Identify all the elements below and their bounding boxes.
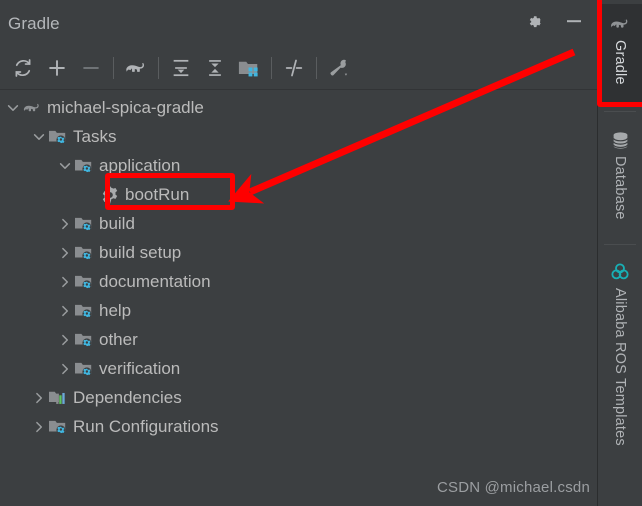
- tree-node-label: documentation: [99, 271, 211, 291]
- chevron-right-icon[interactable]: [56, 325, 74, 354]
- page-title: Gradle: [8, 13, 60, 33]
- chevron-right-icon[interactable]: [56, 267, 74, 296]
- tree-node-label: Dependencies: [73, 387, 182, 407]
- add-button[interactable]: [40, 51, 74, 85]
- gear-icon[interactable]: [528, 12, 547, 36]
- toggle-offline-button[interactable]: [277, 51, 311, 85]
- task-folder-icon: [74, 272, 94, 292]
- tree-node-project[interactable]: michael-spica-gradle: [0, 93, 597, 122]
- refresh-button[interactable]: [6, 51, 40, 85]
- tree-node-label: application: [99, 155, 181, 175]
- strip-tab-label: Gradle: [612, 40, 628, 85]
- remove-button[interactable]: [74, 51, 108, 85]
- chevron-right-icon[interactable]: [56, 296, 74, 325]
- tree-node-other[interactable]: other: [0, 325, 597, 354]
- chevron-down-icon[interactable]: [4, 93, 22, 122]
- chevron-right-icon[interactable]: [56, 354, 74, 383]
- gradle-elephant-icon: [22, 98, 42, 118]
- gradle-project-tree[interactable]: michael-spica-gradle Tasks application boot…: [0, 91, 597, 506]
- gradle-tool-window: Gradle michael-spica-gradle Tasks applic…: [0, 0, 642, 506]
- chevron-right-icon[interactable]: [56, 209, 74, 238]
- tree-node-application[interactable]: application: [0, 151, 597, 180]
- tool-window-titlebar: Gradle: [0, 0, 597, 47]
- watermark-text: CSDN @michael.csdn: [436, 479, 590, 496]
- tree-node-label: other: [99, 329, 138, 349]
- database-icon: [610, 129, 631, 151]
- gear-task-icon: [100, 185, 120, 205]
- tree-node-label: verification: [99, 358, 181, 378]
- tree-node-label: Run Configurations: [73, 416, 219, 436]
- strip-tab-label: Database: [612, 156, 628, 220]
- task-folder-icon: [74, 214, 94, 234]
- chevron-right-icon[interactable]: [30, 412, 48, 441]
- strip-tab-database[interactable]: Database: [598, 120, 642, 236]
- tree-node-verification[interactable]: verification: [0, 354, 597, 383]
- tree-node-label: build setup: [99, 242, 182, 262]
- chevron-down-icon[interactable]: [56, 151, 74, 180]
- tree-node-bootrun[interactable]: bootRun: [0, 180, 597, 209]
- dependencies-icon: [48, 388, 68, 408]
- gradle-elephant-icon: [609, 13, 631, 35]
- strip-divider: [604, 244, 636, 245]
- task-folder-icon: [74, 156, 94, 176]
- strip-tab-label: Alibaba ROS Templates: [612, 288, 628, 446]
- tree-node-label: bootRun: [125, 184, 190, 204]
- strip-divider: [604, 111, 636, 112]
- titlebar-actions: [528, 12, 597, 36]
- chevron-right-icon[interactable]: [56, 238, 74, 267]
- chevron-down-icon[interactable]: [30, 122, 48, 151]
- collapse-all-button[interactable]: [198, 51, 232, 85]
- tree-node-dependencies[interactable]: Dependencies: [0, 383, 597, 412]
- tree-node-documentation[interactable]: documentation: [0, 267, 597, 296]
- task-folder-icon: [74, 330, 94, 350]
- tree-node-label: Tasks: [73, 126, 117, 146]
- gradle-toolbar: [0, 47, 597, 90]
- expand-all-button[interactable]: [164, 51, 198, 85]
- tree-node-run-configurations[interactable]: Run Configurations: [0, 412, 597, 441]
- alibaba-cloud-icon: [609, 261, 631, 283]
- toolbar-separator: [158, 57, 159, 79]
- task-folder-icon: [48, 417, 68, 437]
- settings-button[interactable]: [322, 51, 356, 85]
- tree-node-label: michael-spica-gradle: [47, 97, 204, 117]
- right-tool-strip: Gradle Database Alibaba ROS Templates: [597, 0, 642, 506]
- tree-node-help[interactable]: help: [0, 296, 597, 325]
- folder-grid-icon[interactable]: [232, 51, 266, 85]
- chevron-right-icon[interactable]: [30, 383, 48, 412]
- tree-node-build[interactable]: build: [0, 209, 597, 238]
- minimize-icon[interactable]: [565, 12, 583, 35]
- task-folder-icon: [48, 127, 68, 147]
- tree-node-label: build: [99, 213, 135, 233]
- tree-node-label: help: [99, 300, 132, 320]
- strip-tab-alibaba-ros-templates[interactable]: Alibaba ROS Templates: [598, 252, 642, 472]
- task-folder-icon: [74, 359, 94, 379]
- toolbar-separator: [271, 57, 272, 79]
- toolbar-separator: [316, 57, 317, 79]
- strip-tab-gradle[interactable]: Gradle: [598, 4, 642, 103]
- task-folder-icon: [74, 301, 94, 321]
- tree-node-tasks[interactable]: Tasks: [0, 122, 597, 151]
- execute-task-button[interactable]: [119, 51, 153, 85]
- tree-node-build-setup[interactable]: build setup: [0, 238, 597, 267]
- task-folder-icon: [74, 243, 94, 263]
- toolbar-separator: [113, 57, 114, 79]
